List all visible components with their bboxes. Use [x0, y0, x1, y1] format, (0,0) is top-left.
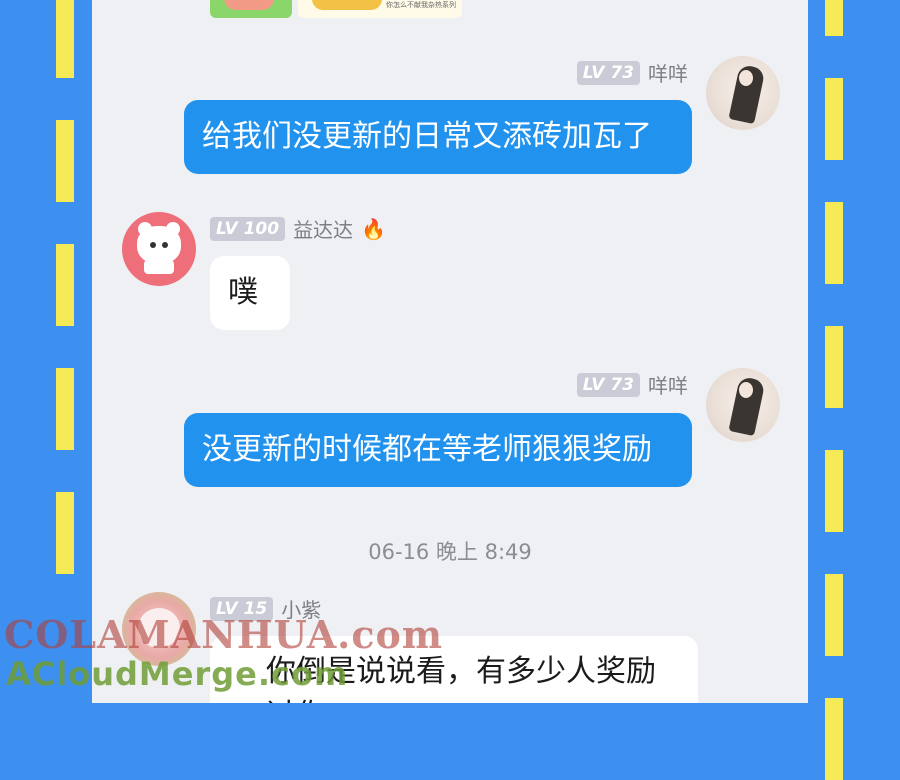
message-bubble[interactable]: 给我们没更新的日常又添砖加瓦了	[184, 100, 692, 174]
stripe-dash	[825, 78, 843, 160]
stripe-dash	[56, 368, 74, 450]
fire-icon: 🔥	[361, 216, 386, 241]
sticker-image[interactable]	[210, 0, 292, 18]
girl-avatar[interactable]	[706, 368, 780, 442]
message-meta: LV 73 咩咩	[576, 58, 688, 87]
stripe-dash	[825, 202, 843, 284]
level-badge: LV 73	[576, 372, 640, 397]
message-meta: LV 100 益达达 🔥	[210, 214, 386, 243]
stripe-dash	[56, 120, 74, 202]
stripe-dash	[56, 0, 74, 78]
stripe-dash	[825, 326, 843, 408]
message-meta: LV 73 咩咩	[576, 370, 688, 399]
stripe-dash	[56, 244, 74, 326]
username[interactable]: 咩咩	[648, 370, 688, 399]
sticker-image[interactable]: 你怎么不献我杂热系列	[298, 0, 462, 18]
message-bubble[interactable]: 没更新的时候都在等老师狠狠奖励	[184, 413, 692, 487]
username[interactable]: 益达达	[293, 214, 353, 243]
message-bubble[interactable]: 噗	[210, 256, 290, 330]
message-timestamp: 06-16 晚上 8:49	[368, 540, 532, 564]
girl-avatar[interactable]	[706, 56, 780, 130]
level-badge: LV 73	[576, 60, 640, 85]
stripe-dash	[825, 0, 843, 36]
level-badge: LV 100	[210, 216, 286, 241]
watermark-text: ACloudMerge.com	[6, 655, 349, 693]
stripe-dash	[825, 574, 843, 656]
stripe-dash	[825, 698, 843, 780]
chat-window: 你怎么不献我杂热系列 LV 73 咩咩 给我们没更新的日常又添砖加瓦了 LV 1…	[92, 0, 808, 703]
watermark-text: COLAMANHUA.com	[4, 612, 444, 657]
stripe-dash	[825, 450, 843, 532]
username[interactable]: 咩咩	[648, 58, 688, 87]
sticker-caption: 你怎么不献我杂热系列	[386, 1, 456, 9]
stripe-dash	[56, 492, 74, 574]
bear-avatar[interactable]	[122, 212, 196, 286]
